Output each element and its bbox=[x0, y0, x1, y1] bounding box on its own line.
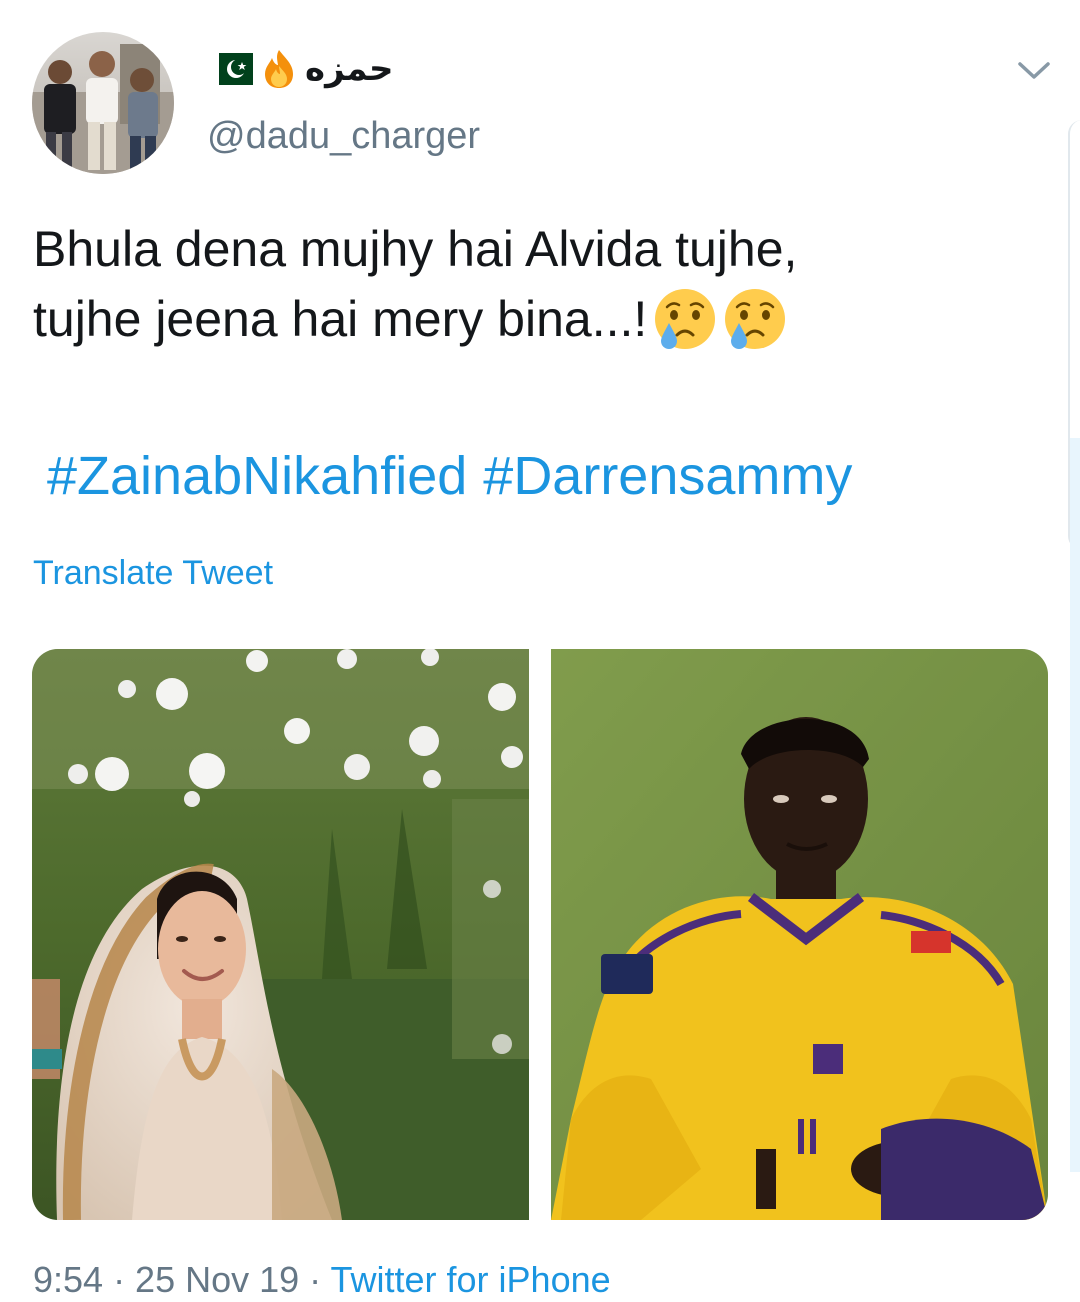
chevron-down-icon[interactable] bbox=[1016, 56, 1052, 84]
tweet-meta: 9:54 · 25 Nov 19 · Twitter for iPhone bbox=[33, 1258, 611, 1302]
tweet-timestamp[interactable]: 9:54 · 25 Nov 19 · bbox=[33, 1259, 331, 1300]
avatar[interactable] bbox=[32, 32, 174, 174]
pakistan-flag-icon bbox=[207, 53, 253, 85]
crying-face-icon bbox=[725, 289, 786, 349]
tweet-text-line: Bhula dena mujhy hai Alvida tujhe, bbox=[33, 221, 798, 277]
media-image-bride[interactable] bbox=[32, 649, 529, 1220]
cricketer-photo bbox=[551, 649, 1048, 1220]
hashtags: #ZainabNikahfied #Darrensammy bbox=[47, 440, 852, 512]
translate-tweet-link[interactable]: Translate Tweet bbox=[33, 552, 273, 594]
tweet-text-line-emoji-row: tujhe jeena hai mery bina...! bbox=[33, 284, 1033, 354]
tweet-text-line: tujhe jeena hai mery bina...! bbox=[33, 291, 648, 347]
crying-face-icon bbox=[655, 289, 716, 349]
fire-icon bbox=[265, 50, 293, 88]
media-image-cricketer[interactable] bbox=[551, 649, 1048, 1220]
avatar-photo bbox=[32, 32, 174, 174]
user-handle[interactable]: @dadu_charger bbox=[207, 112, 480, 160]
hashtag-link[interactable]: #Darrensammy bbox=[483, 446, 852, 506]
display-name[interactable]: حمزه bbox=[207, 46, 394, 92]
display-name-text: حمزه bbox=[305, 49, 394, 89]
bride-photo bbox=[32, 649, 529, 1220]
tweet-text: Bhula dena mujhy hai Alvida tujhe, tujhe… bbox=[33, 214, 1033, 354]
hashtag-link[interactable]: #ZainabNikahfied bbox=[47, 446, 467, 506]
tweet-source-link[interactable]: Twitter for iPhone bbox=[331, 1259, 611, 1300]
scrollbar-thumb[interactable] bbox=[1070, 438, 1080, 1172]
